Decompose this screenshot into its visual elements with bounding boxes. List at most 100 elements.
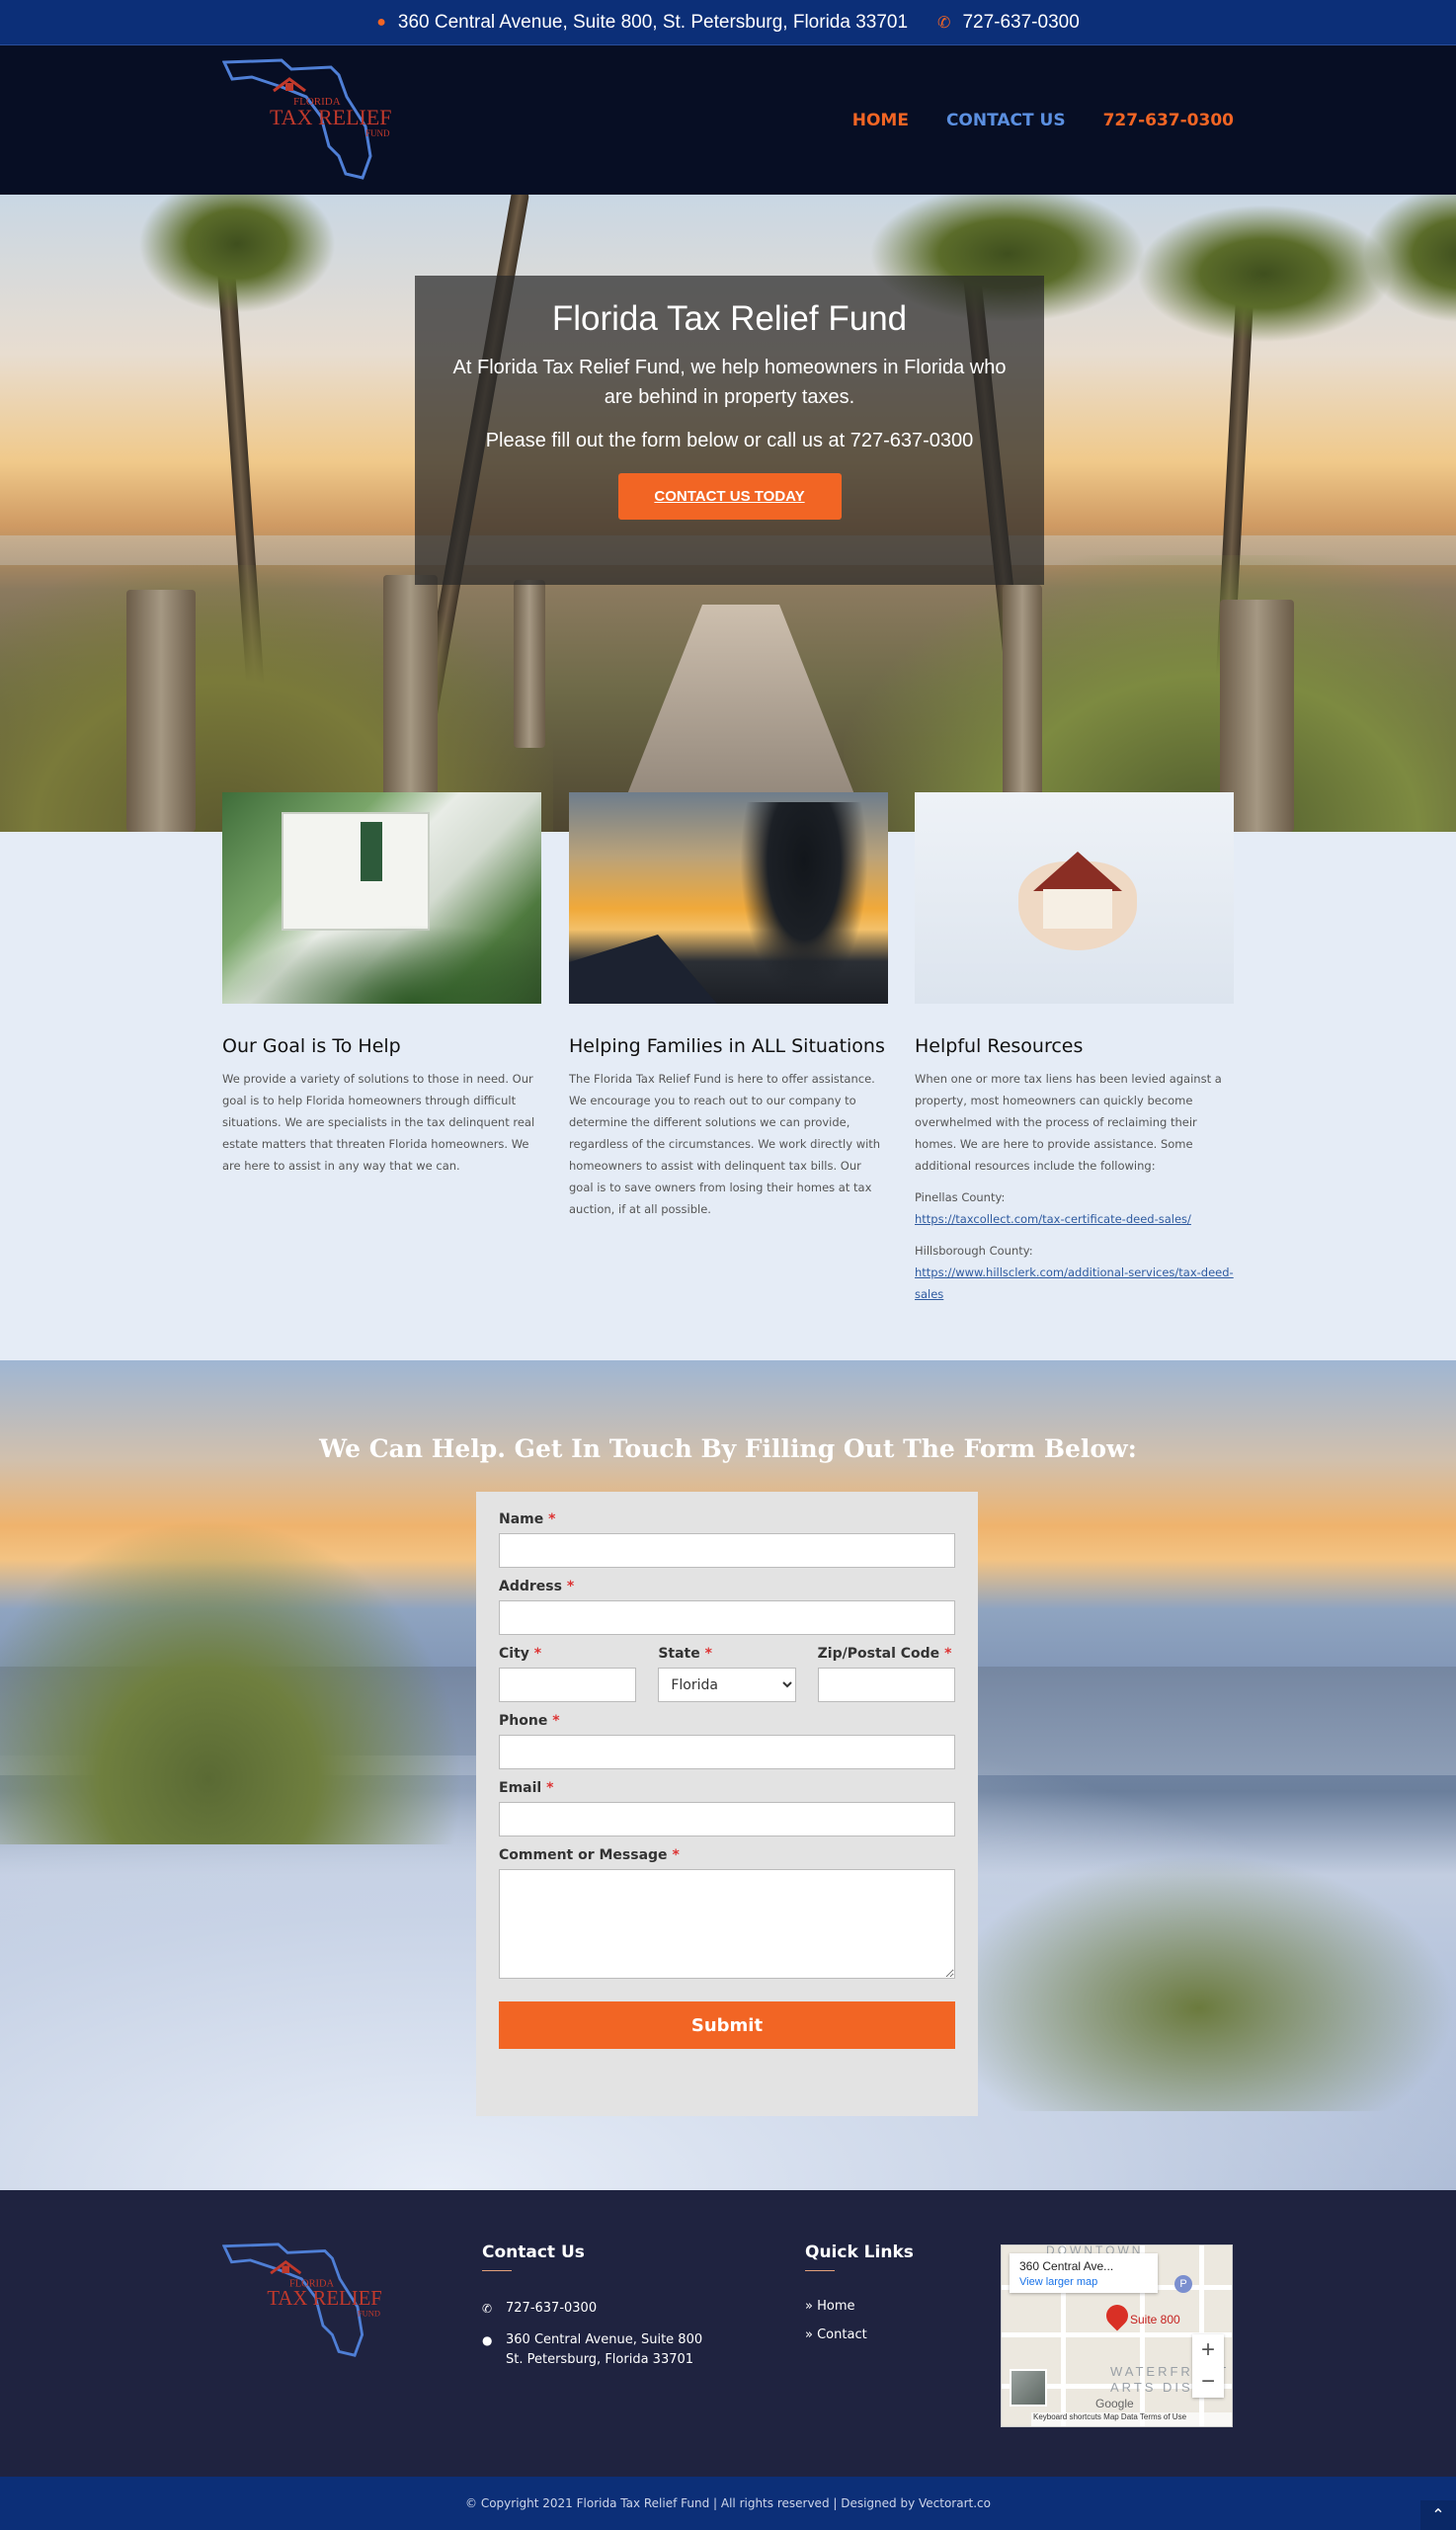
chevron-up-icon: ⌃ <box>1431 2505 1445 2524</box>
phone-input[interactable] <box>499 1735 955 1769</box>
footer-quicklinks-heading: Quick Links <box>805 2243 914 2262</box>
city-label: City * <box>499 1646 542 1662</box>
logo-line3: FUND <box>365 128 390 138</box>
fence-post <box>514 580 545 748</box>
phone-icon: ✆ <box>937 14 951 32</box>
comment-field-group: Comment or Message * <box>499 1847 955 1984</box>
comment-label: Comment or Message * <box>499 1847 680 1863</box>
feature-goal: Our Goal is To Help We provide a variety… <box>222 792 541 1177</box>
zip-label: Zip/Postal Code * <box>817 1646 952 1662</box>
footer-logo-line2: TAX RELIEF <box>267 2288 382 2310</box>
main-nav: HOME CONTACT US 727-637-0300 <box>852 45 1234 195</box>
pinellas-label: Pinellas County: <box>915 1190 1006 1204</box>
footer-link-contact[interactable]: » Contact <box>805 2327 914 2342</box>
feature-goal-title: Our Goal is To Help <box>222 1035 401 1057</box>
email-field-group: Email * <box>499 1780 955 1836</box>
contact-us-today-button[interactable]: CONTACT US TODAY <box>617 473 842 520</box>
phone-icon: ✆ <box>482 2302 493 2316</box>
fence-post <box>126 590 196 832</box>
footer-contact-heading: Contact Us <box>482 2243 585 2262</box>
state-field-group: State * Florida <box>658 1646 796 1702</box>
footer-contact-column: Contact Us ✆ 727-637-0300 ● 360 Central … <box>482 2243 702 2382</box>
feature-image-porch <box>222 792 541 1004</box>
copyright-bar: © Copyright 2021 Florida Tax Relief Fund… <box>0 2477 1456 2530</box>
footer-phone-text[interactable]: 727-637-0300 <box>506 2299 597 2319</box>
topbar-address: ● 360 Central Avenue, Suite 800, St. Pet… <box>376 12 908 34</box>
nav-phone[interactable]: 727-637-0300 <box>1103 111 1234 130</box>
double-chevron-right-icon: » <box>805 2299 813 2314</box>
hero-text-2: Please fill out the form below or call u… <box>485 430 974 451</box>
contact-form-section: We Can Help. Get In Touch By Filling Out… <box>0 1360 1456 2190</box>
footer-logo-line3: FUND <box>358 2309 380 2319</box>
footer-heading-underline <box>805 2270 835 2271</box>
hillsborough-label: Hillsborough County: <box>915 1244 1033 1258</box>
topbar-address-text: 360 Central Avenue, Suite 800, St. Peter… <box>397 11 909 33</box>
palm-frond <box>138 195 336 313</box>
top-info-bar: ● 360 Central Avenue, Suite 800, St. Pet… <box>0 0 1456 45</box>
phone-field-group: Phone * <box>499 1713 955 1769</box>
city-field-group: City * <box>499 1646 637 1702</box>
double-chevron-right-icon: » <box>805 2327 813 2342</box>
map-zoom-control: + − <box>1192 2334 1224 2398</box>
footer-heading-underline <box>482 2270 512 2271</box>
hero-overlay-box: Florida Tax Relief Fund At Florida Tax R… <box>415 276 1044 585</box>
feature-resources-title: Helpful Resources <box>915 1035 1084 1057</box>
zoom-out-button[interactable]: − <box>1192 2366 1224 2398</box>
email-input[interactable] <box>499 1802 955 1836</box>
hillsborough-link[interactable]: https://www.hillsclerk.com/additional-se… <box>915 1265 1234 1301</box>
address-input[interactable] <box>499 1600 955 1635</box>
feature-families-body: The Florida Tax Relief Fund is here to o… <box>569 1072 881 1216</box>
map-pin-icon[interactable] <box>1101 2300 1133 2331</box>
map-place-card: 360 Central Ave... View larger map <box>1010 2253 1158 2293</box>
scroll-to-top-button[interactable]: ⌃ <box>1420 2500 1456 2530</box>
map-marker-icon: ● <box>482 2333 493 2347</box>
comment-textarea[interactable] <box>499 1869 955 1979</box>
zoom-in-button[interactable]: + <box>1192 2334 1224 2366</box>
nav-contact[interactable]: CONTACT US <box>946 111 1066 130</box>
state-label: State * <box>658 1646 712 1662</box>
state-select[interactable]: Florida <box>658 1668 796 1702</box>
map-marker-icon: ● <box>376 13 386 31</box>
footer-quicklinks-column: Quick Links » Home » Contact <box>805 2243 914 2356</box>
zip-input[interactable] <box>817 1668 955 1702</box>
name-input[interactable] <box>499 1533 955 1568</box>
map-place-name: 360 Central Ave... <box>1019 2259 1114 2273</box>
name-label: Name * <box>499 1511 556 1527</box>
feature-image-house-hands <box>915 792 1234 1004</box>
copyright-text: © Copyright 2021 Florida Tax Relief Fund… <box>465 2496 991 2510</box>
topbar-phone-text[interactable]: 727-637-0300 <box>962 12 1079 34</box>
phone-label: Phone * <box>499 1713 560 1729</box>
google-logo: Google <box>1095 2397 1134 2410</box>
features-section: Our Goal is To Help We provide a variety… <box>0 792 1456 1360</box>
address-label: Address * <box>499 1579 575 1594</box>
feature-goal-body: We provide a variety of solutions to tho… <box>222 1072 535 1173</box>
footer-address-text: 360 Central Avenue, Suite 800 St. Petersb… <box>506 2332 703 2367</box>
feature-resources-body: When one or more tax liens has been levi… <box>915 1072 1222 1173</box>
pinellas-link[interactable]: https://taxcollect.com/tax-certificate-d… <box>915 1212 1191 1226</box>
contact-form: Name * Address * City * State * Florida … <box>476 1492 978 2116</box>
footer-link-home[interactable]: » Home <box>805 2299 914 2314</box>
footer-phone[interactable]: ✆ 727-637-0300 <box>482 2299 702 2319</box>
hero-grass-right <box>844 555 1456 832</box>
nav-home[interactable]: HOME <box>852 111 909 130</box>
site-header: FLORIDA TAX RELIEF FUND HOME CONTACT US … <box>0 45 1456 195</box>
hero-title: Florida Tax Relief Fund <box>551 299 908 338</box>
map-satellite-toggle[interactable] <box>1010 2369 1047 2407</box>
submit-button[interactable]: Submit <box>499 2001 955 2049</box>
footer-logo[interactable]: FLORIDA TAX RELIEF FUND <box>222 2242 390 2358</box>
map-pin-label: Suite 800 <box>1130 2313 1180 2326</box>
city-input[interactable] <box>499 1668 637 1702</box>
feature-families-title: Helping Families in ALL Situations <box>569 1035 885 1057</box>
hero-text-1: At Florida Tax Relief Fund, we help home… <box>452 357 1007 408</box>
embedded-map[interactable]: DOWNTOWN WATERFRONT ARTS DIST P 360 Cent… <box>1001 2244 1233 2427</box>
view-larger-map-link[interactable]: View larger map <box>1019 2276 1148 2288</box>
form-bg-reeds-left <box>0 1518 464 1844</box>
topbar-phone[interactable]: ✆ 727-637-0300 <box>937 12 1080 34</box>
palm-frond <box>1136 204 1393 343</box>
logo-line2: TAX RELIEF <box>270 105 392 129</box>
site-logo[interactable]: FLORIDA TAX RELIEF FUND <box>222 57 400 181</box>
footer-address: ● 360 Central Avenue, Suite 800 St. Peter… <box>482 2330 702 2370</box>
address-field-group: Address * <box>499 1579 955 1635</box>
name-field-group: Name * <box>499 1511 955 1568</box>
hero-section: Florida Tax Relief Fund At Florida Tax R… <box>0 195 1456 832</box>
